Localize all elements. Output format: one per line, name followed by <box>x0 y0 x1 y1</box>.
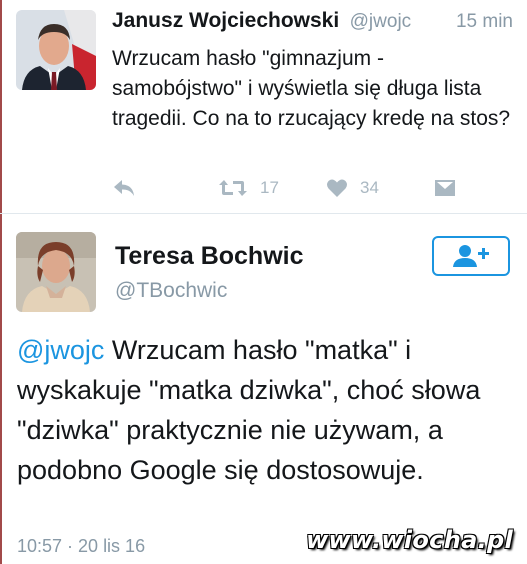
like-button[interactable]: 34 <box>326 176 379 200</box>
heart-icon <box>327 179 347 197</box>
author-handle-2[interactable]: @TBochwic <box>115 279 227 303</box>
follow-user-icon <box>453 245 489 267</box>
retweet-icon <box>219 180 247 196</box>
follow-button[interactable] <box>432 236 510 276</box>
retweet-button[interactable]: 17 <box>218 176 279 200</box>
tweet-1-actions: 17 34 <box>112 176 512 200</box>
author-name[interactable]: Janusz Wojciechowski <box>112 9 339 32</box>
avatar-teresa[interactable] <box>16 232 96 312</box>
direct-message-icon <box>435 180 455 196</box>
watermark: www.wiocha.pl <box>306 526 513 554</box>
reply-icon <box>114 180 134 196</box>
direct-message-button[interactable] <box>434 176 456 200</box>
avatar-janusz[interactable] <box>16 10 96 90</box>
tweet-timestamp[interactable]: 10:57 · 20 lis 16 <box>17 536 145 557</box>
tweet-2-text: @jwojc Wrzucam hasło "matka" i wyskakuje… <box>17 330 517 490</box>
retweet-count: 17 <box>260 178 279 197</box>
author-handle[interactable]: @jwojc <box>350 11 412 32</box>
tweet-divider <box>0 213 527 214</box>
like-count: 34 <box>360 178 379 197</box>
reply-button[interactable] <box>112 176 136 200</box>
tweet-1-text: Wrzucam hasło "gimnazjum - samobójstwo" … <box>112 47 511 130</box>
tweet-1[interactable]: Janusz Wojciechowski @jwojc 15 min Wrzuc… <box>0 0 527 213</box>
author-name-2[interactable]: Teresa Bochwic <box>115 242 304 271</box>
tweet-1-header: Janusz Wojciechowski @jwojc 15 min <box>112 9 513 37</box>
mention-link[interactable]: @jwojc <box>17 335 104 365</box>
tweet-time[interactable]: 15 min <box>456 11 513 33</box>
